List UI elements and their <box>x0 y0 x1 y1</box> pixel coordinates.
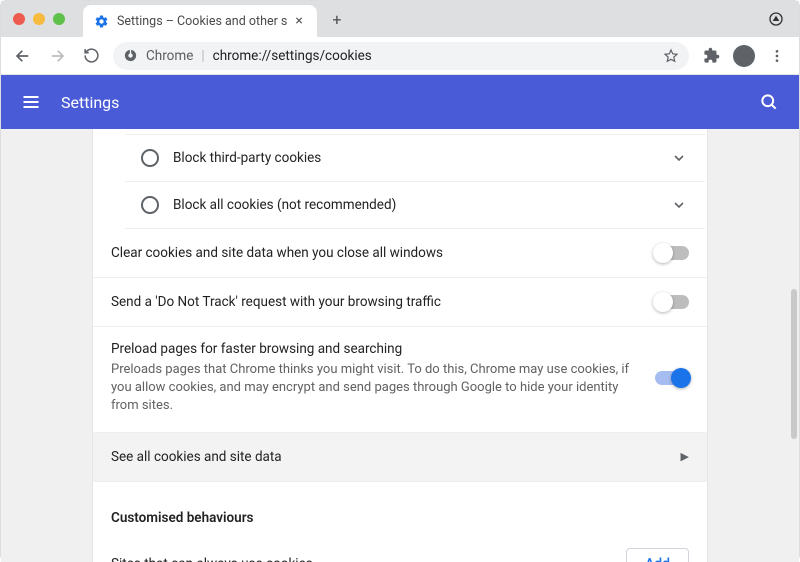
new-tab-button[interactable]: + <box>323 5 351 33</box>
chevron-down-icon[interactable] <box>671 197 687 213</box>
row-clear-on-exit: Clear cookies and site data when you clo… <box>93 229 707 278</box>
row-label: See all cookies and site data <box>111 449 282 465</box>
browser-tab[interactable]: Settings – Cookies and other s × <box>83 5 317 37</box>
content-stage: Block third-party cookies Block all cook… <box>1 129 799 562</box>
profile-avatar[interactable] <box>733 45 755 67</box>
back-button[interactable] <box>11 44 35 68</box>
browser-toolbar: Chrome | chrome://settings/cookies <box>1 37 799 75</box>
section-heading: Customised behaviours <box>93 482 707 534</box>
radio-label: Block all cookies (not recommended) <box>173 197 657 213</box>
omnibox-host: Chrome <box>146 48 193 64</box>
scrollbar-thumb[interactable] <box>791 289 797 439</box>
maximize-window-icon[interactable] <box>53 13 65 25</box>
tab-title: Settings – Cookies and other s <box>117 14 287 29</box>
kebab-menu-icon[interactable] <box>765 44 789 68</box>
close-window-icon[interactable] <box>13 13 25 25</box>
bookmark-star-icon[interactable] <box>663 48 679 64</box>
forward-button[interactable] <box>45 44 69 68</box>
radio-block-all[interactable]: Block all cookies (not recommended) <box>125 182 705 229</box>
toggle-clear-on-exit[interactable] <box>655 246 689 260</box>
radio-block-third-party[interactable]: Block third-party cookies <box>125 134 705 182</box>
omnibox-separator: | <box>201 48 204 64</box>
search-settings-icon[interactable] <box>757 90 781 114</box>
row-label: Preload pages for faster browsing and se… <box>111 341 641 357</box>
page-title: Settings <box>61 93 119 112</box>
omnibox[interactable]: Chrome | chrome://settings/cookies <box>113 42 689 70</box>
row-see-all-cookies[interactable]: See all cookies and site data ▶ <box>93 433 707 482</box>
window-titlebar: Settings – Cookies and other s × + <box>1 1 799 37</box>
settings-panel: Block third-party cookies Block all cook… <box>92 129 708 562</box>
row-do-not-track: Send a 'Do Not Track' request with your … <box>93 278 707 327</box>
row-label: Sites that can always use cookies <box>111 556 313 562</box>
add-button[interactable]: Add <box>626 548 689 562</box>
toggle-do-not-track[interactable] <box>655 295 689 309</box>
hamburger-menu-icon[interactable] <box>19 90 43 114</box>
row-preload: Preload pages for faster browsing and se… <box>93 327 707 433</box>
radio-icon <box>141 149 159 167</box>
window-menu-icon[interactable] <box>767 10 785 28</box>
minimize-window-icon[interactable] <box>33 13 45 25</box>
row-description: Preloads pages that Chrome thinks you mi… <box>111 361 641 416</box>
toggle-preload[interactable] <box>655 371 689 385</box>
gear-icon <box>93 13 109 29</box>
traffic-lights <box>13 13 65 25</box>
omnibox-url: chrome://settings/cookies <box>213 48 372 64</box>
row-sites-always-allow: Sites that can always use cookies Add <box>93 534 707 562</box>
site-info-icon[interactable] <box>123 48 138 63</box>
row-label: Clear cookies and site data when you clo… <box>111 245 443 261</box>
settings-appbar: Settings <box>1 75 799 129</box>
row-label: Send a 'Do Not Track' request with your … <box>111 294 441 310</box>
chevron-down-icon[interactable] <box>671 150 687 166</box>
radio-label: Block third-party cookies <box>173 150 657 166</box>
radio-icon <box>141 196 159 214</box>
close-tab-icon[interactable]: × <box>295 13 302 29</box>
chevron-right-icon: ▶ <box>681 450 689 463</box>
extensions-icon[interactable] <box>699 44 723 68</box>
reload-button[interactable] <box>79 44 103 68</box>
